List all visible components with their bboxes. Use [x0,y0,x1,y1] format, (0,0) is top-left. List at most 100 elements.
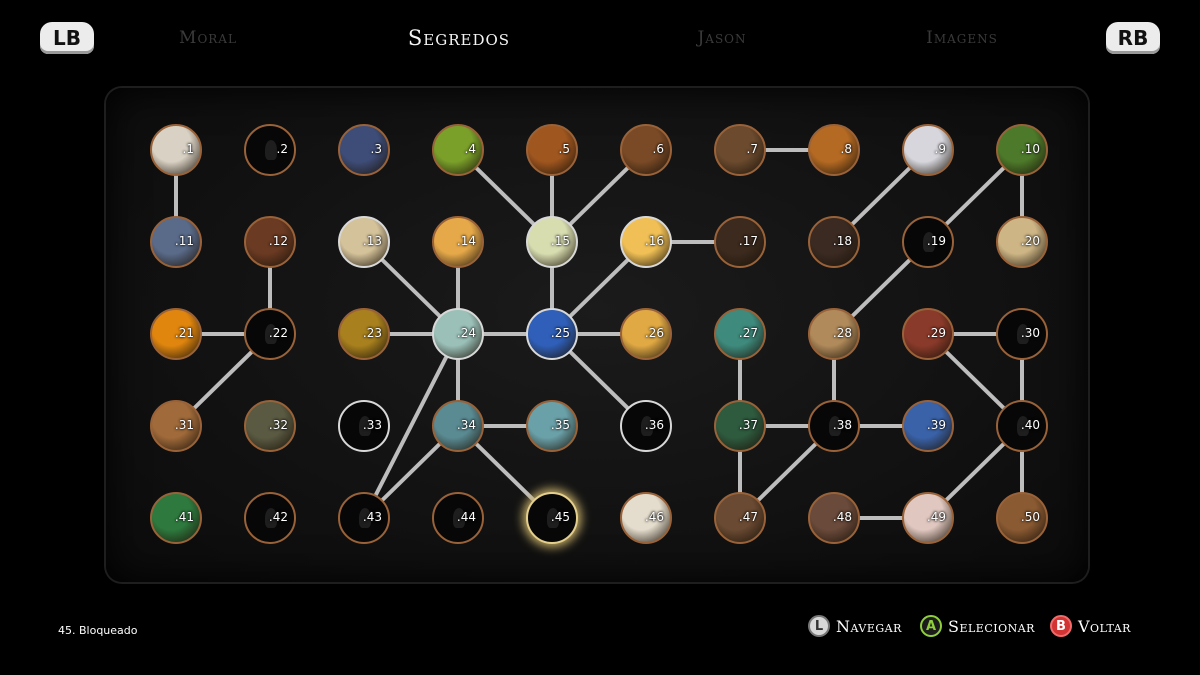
secret-number: .34 [456,418,476,432]
secret-node-39[interactable]: .39 [902,400,954,452]
secret-number: .40 [1020,418,1040,432]
locked-silhouette-icon [265,140,277,160]
secret-number: .31 [174,418,194,432]
secret-node-34[interactable]: .34 [432,400,484,452]
secret-node-49[interactable]: .49 [902,492,954,544]
secret-node-7[interactable]: .7 [714,124,766,176]
secret-node-33[interactable]: .33 [338,400,390,452]
tab-segredos[interactable]: Segredos [359,26,559,50]
secret-node-1[interactable]: .1 [150,124,202,176]
secret-node-18[interactable]: .18 [808,216,860,268]
secret-node-19[interactable]: .19 [902,216,954,268]
secret-node-6[interactable]: .6 [620,124,672,176]
tab-jason[interactable]: Jason [622,28,822,48]
secret-node-29[interactable]: .29 [902,308,954,360]
select-hint[interactable]: A Selecionar [920,614,1035,638]
secret-node-20[interactable]: .20 [996,216,1048,268]
secret-node-10[interactable]: .10 [996,124,1048,176]
secret-number: .11 [174,234,194,248]
secret-number: .44 [456,510,476,524]
secret-node-15[interactable]: .15 [526,216,578,268]
secret-node-8[interactable]: .8 [808,124,860,176]
tab-imagens[interactable]: Imagens [862,28,1062,48]
secret-number: .9 [934,142,946,156]
secret-number: .30 [1020,326,1040,340]
secret-node-2[interactable]: .2 [244,124,296,176]
secret-number: .16 [644,234,664,248]
secret-node-48[interactable]: .48 [808,492,860,544]
secret-number: .23 [362,326,382,340]
secret-node-5[interactable]: .5 [526,124,578,176]
secret-number: .15 [550,234,570,248]
secret-node-26[interactable]: .26 [620,308,672,360]
status-text: 45. Bloqueado [58,624,138,637]
secret-number: .3 [370,142,382,156]
secret-node-17[interactable]: .17 [714,216,766,268]
secret-node-12[interactable]: .12 [244,216,296,268]
secret-number: .36 [644,418,664,432]
secret-node-36[interactable]: .36 [620,400,672,452]
secret-node-44[interactable]: .44 [432,492,484,544]
secret-node-22[interactable]: .22 [244,308,296,360]
secret-node-43[interactable]: .43 [338,492,390,544]
secret-node-16[interactable]: .16 [620,216,672,268]
secret-node-38[interactable]: .38 [808,400,860,452]
secret-node-37[interactable]: .37 [714,400,766,452]
secret-number: .43 [362,510,382,524]
secret-number: .2 [276,142,288,156]
secret-node-31[interactable]: .31 [150,400,202,452]
tab-moral[interactable]: Moral [108,28,308,48]
secret-number: .45 [550,510,570,524]
secret-node-35[interactable]: .35 [526,400,578,452]
secret-number: .42 [268,510,288,524]
secret-number: .12 [268,234,288,248]
secret-number: .29 [926,326,946,340]
secret-number: .24 [456,326,476,340]
secret-node-23[interactable]: .23 [338,308,390,360]
secret-node-9[interactable]: .9 [902,124,954,176]
secret-number: .21 [174,326,194,340]
secret-number: .41 [174,510,194,524]
lb-bumper-button[interactable]: LB [40,22,94,54]
a-button-icon: A [920,615,942,637]
secret-node-47[interactable]: .47 [714,492,766,544]
secret-node-11[interactable]: .11 [150,216,202,268]
rb-bumper-button[interactable]: RB [1106,22,1160,54]
secret-node-40[interactable]: .40 [996,400,1048,452]
secret-node-3[interactable]: .3 [338,124,390,176]
secret-number: .13 [362,234,382,248]
secret-number: .25 [550,326,570,340]
secret-number: .1 [182,142,194,156]
secret-number: .19 [926,234,946,248]
secret-node-24[interactable]: .24 [432,308,484,360]
navigate-hint: L Navegar [808,614,902,638]
secret-number: .47 [738,510,758,524]
secret-node-30[interactable]: .30 [996,308,1048,360]
secret-number: .18 [832,234,852,248]
secret-node-14[interactable]: .14 [432,216,484,268]
secret-node-21[interactable]: .21 [150,308,202,360]
secret-number: .50 [1020,510,1040,524]
secret-node-50[interactable]: .50 [996,492,1048,544]
b-button-icon: B [1050,615,1072,637]
left-stick-icon: L [808,615,830,637]
secret-number: .22 [268,326,288,340]
secret-node-13[interactable]: .13 [338,216,390,268]
secret-number: .46 [644,510,664,524]
secret-node-27[interactable]: .27 [714,308,766,360]
secret-node-45[interactable]: .45 [526,492,578,544]
back-hint[interactable]: B Voltar [1050,614,1131,638]
secret-node-46[interactable]: .46 [620,492,672,544]
secret-number: .37 [738,418,758,432]
secret-node-4[interactable]: .4 [432,124,484,176]
secret-node-25[interactable]: .25 [526,308,578,360]
secret-node-32[interactable]: .32 [244,400,296,452]
secret-number: .17 [738,234,758,248]
secret-node-42[interactable]: .42 [244,492,296,544]
back-label: Voltar [1078,616,1131,636]
secret-number: .6 [652,142,664,156]
secret-node-41[interactable]: .41 [150,492,202,544]
secret-node-28[interactable]: .28 [808,308,860,360]
secret-number: .49 [926,510,946,524]
secret-number: .5 [558,142,570,156]
